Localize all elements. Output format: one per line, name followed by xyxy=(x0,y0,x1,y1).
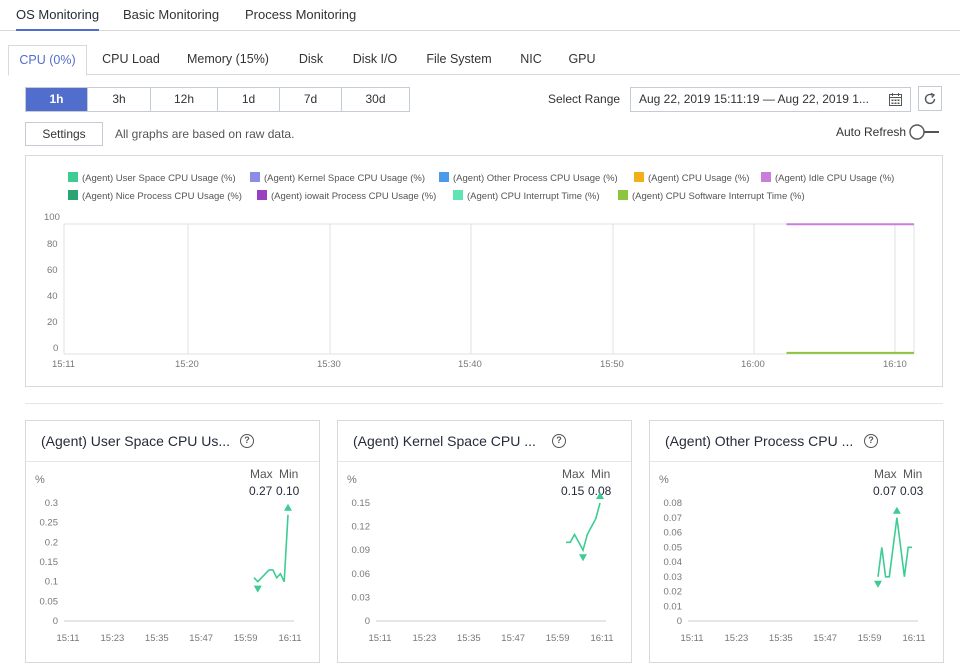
x-tick-label: 15:35 xyxy=(145,633,169,644)
x-tick-label: 15:50 xyxy=(600,359,624,370)
card-kernel-space-cpu: (Agent) Kernel Space CPU ... ? % Max Min… xyxy=(337,420,632,663)
y-tick-label: 0 xyxy=(677,616,682,627)
mini-chart: 0.15 0.12 0.09 0.06 0.03 0 15:11 15:23 15:35 15:4… xyxy=(352,492,614,644)
y-tick-label: 0 xyxy=(365,616,370,627)
x-tick-label: 15:47 xyxy=(813,633,837,644)
card-other-process-cpu: (Agent) Other Process CPU ... ? % Max Mi… xyxy=(649,420,944,663)
y-tick-label: 0.05 xyxy=(40,596,59,607)
max-marker xyxy=(284,503,292,511)
x-tick-label: 15:20 xyxy=(175,359,199,370)
main-plot-area xyxy=(63,223,915,355)
min-marker xyxy=(253,585,262,593)
y-tick-label: 0.12 xyxy=(352,522,371,533)
calendar-icon xyxy=(889,93,902,106)
tab-cpu-load[interactable]: CPU Load xyxy=(92,45,170,76)
range-30d[interactable]: 30d xyxy=(341,88,409,111)
x-tick-label: 15:47 xyxy=(501,633,525,644)
x-tick-label: 15:11 xyxy=(52,359,76,370)
tab-nic[interactable]: NIC xyxy=(513,45,549,76)
x-tick-label: 15:40 xyxy=(458,359,482,370)
x-tick-label: 15:35 xyxy=(769,633,793,644)
select-range-label: Select Range xyxy=(548,92,621,106)
auto-refresh-label: Auto Refresh xyxy=(836,125,907,139)
max-marker xyxy=(596,492,604,499)
tab-disk[interactable]: Disk xyxy=(290,45,332,76)
settings-button[interactable]: Settings xyxy=(25,122,103,146)
tab-disk-io[interactable]: Disk I/O xyxy=(344,45,406,76)
x-tick-label: 15:23 xyxy=(101,633,125,644)
range-12h[interactable]: 12h xyxy=(150,88,217,111)
cpu-usage-chart: (Agent) User Space CPU Usage (%) (Agent)… xyxy=(25,155,943,387)
min-marker xyxy=(579,554,587,562)
x-tick-label: 16:10 xyxy=(883,359,907,370)
y-tick-label: 0.06 xyxy=(664,528,683,539)
x-tick-label: 15:23 xyxy=(413,633,437,644)
refresh-icon xyxy=(924,92,936,105)
tab-basic-monitoring[interactable]: Basic Monitoring xyxy=(123,7,219,22)
max-marker xyxy=(892,506,901,514)
monitoring-tabs: OS Monitoring Basic Monitoring Process M… xyxy=(0,0,960,31)
y-tick-label: 0.09 xyxy=(352,545,371,556)
date-range-picker[interactable]: Aug 22, 2019 15:11:19 — Aug 22, 2019 1..… xyxy=(630,87,911,112)
x-tick-label: 15:30 xyxy=(317,359,341,370)
card-user-space-cpu: (Agent) User Space CPU Us... ? % Max Min… xyxy=(25,420,320,663)
mini-chart: 0.08 0.07 0.06 0.05 0.04 0.03 0.02 0.01 0 15:11 15… xyxy=(664,498,926,644)
y-tick-label: 0.03 xyxy=(664,572,683,583)
y-tick-label: 0.03 xyxy=(352,592,371,603)
refresh-button[interactable] xyxy=(918,86,942,111)
x-tick-label: 15:11 xyxy=(680,633,703,644)
y-tick-label: 0.3 xyxy=(45,498,58,509)
x-tick-label: 15:11 xyxy=(368,633,391,644)
y-tick-label: 0.15 xyxy=(352,498,371,509)
x-tick-label: 15:35 xyxy=(457,633,481,644)
x-tick-label: 16:11 xyxy=(278,633,301,644)
series-line xyxy=(253,514,289,583)
y-tick-label: 0.08 xyxy=(664,498,683,509)
section-divider xyxy=(25,403,943,404)
x-tick-label: 16:00 xyxy=(741,359,765,370)
tab-cpu[interactable]: CPU (0%) xyxy=(8,45,87,76)
y-tick-label: 0.02 xyxy=(664,587,683,598)
range-1d[interactable]: 1d xyxy=(217,88,279,111)
y-tick-label: 0.1 xyxy=(45,577,58,588)
min-marker xyxy=(874,580,882,588)
tab-os-monitoring[interactable]: OS Monitoring xyxy=(16,7,100,31)
y-tick-label: 0.06 xyxy=(352,569,371,580)
y-tick-label: 0.15 xyxy=(40,557,59,568)
x-tick-label: 15:59 xyxy=(234,633,258,644)
x-tick-label: 16:11 xyxy=(902,633,925,644)
y-tick-label: 0.07 xyxy=(664,513,683,524)
tab-file-system[interactable]: File System xyxy=(418,45,500,76)
mini-chart: 0.3 0.25 0.2 0.15 0.1 0.05 0 15:11 15:23 15:35 15:… xyxy=(40,498,302,644)
y-tick-label: 0.01 xyxy=(664,601,683,612)
y-tick-label: 0.04 xyxy=(664,557,683,568)
x-tick-label: 15:59 xyxy=(858,633,882,644)
y-tick-label: 0.05 xyxy=(664,542,683,553)
y-tick-label: 0.2 xyxy=(45,537,58,548)
tab-gpu[interactable]: GPU xyxy=(563,45,601,76)
x-tick-label: 16:11 xyxy=(590,633,613,644)
x-tick-label: 15:47 xyxy=(189,633,213,644)
range-1h[interactable]: 1h xyxy=(26,88,87,111)
time-range-selector: 1h 3h 12h 1d 7d 30d xyxy=(25,87,410,112)
series-line xyxy=(566,502,601,553)
range-7d[interactable]: 7d xyxy=(279,88,341,111)
x-tick-label: 15:23 xyxy=(725,633,749,644)
x-tick-label: 15:11 xyxy=(56,633,79,644)
tab-memory[interactable]: Memory (15%) xyxy=(180,45,276,76)
x-tick-label: 15:59 xyxy=(546,633,570,644)
metric-tabs: CPU (0%) CPU Load Memory (15%) Disk Disk… xyxy=(8,45,960,76)
y-tick-label: 0.25 xyxy=(40,518,59,529)
raw-data-note: All graphs are based on raw data. xyxy=(115,127,295,141)
date-range-value: Aug 22, 2019 15:11:19 — Aug 22, 2019 1..… xyxy=(639,92,869,106)
auto-refresh-toggle[interactable] xyxy=(908,123,940,141)
y-tick-label: 0 xyxy=(53,616,58,627)
series-line xyxy=(877,517,912,578)
range-3h[interactable]: 3h xyxy=(87,88,150,111)
tab-process-monitoring[interactable]: Process Monitoring xyxy=(245,7,356,22)
